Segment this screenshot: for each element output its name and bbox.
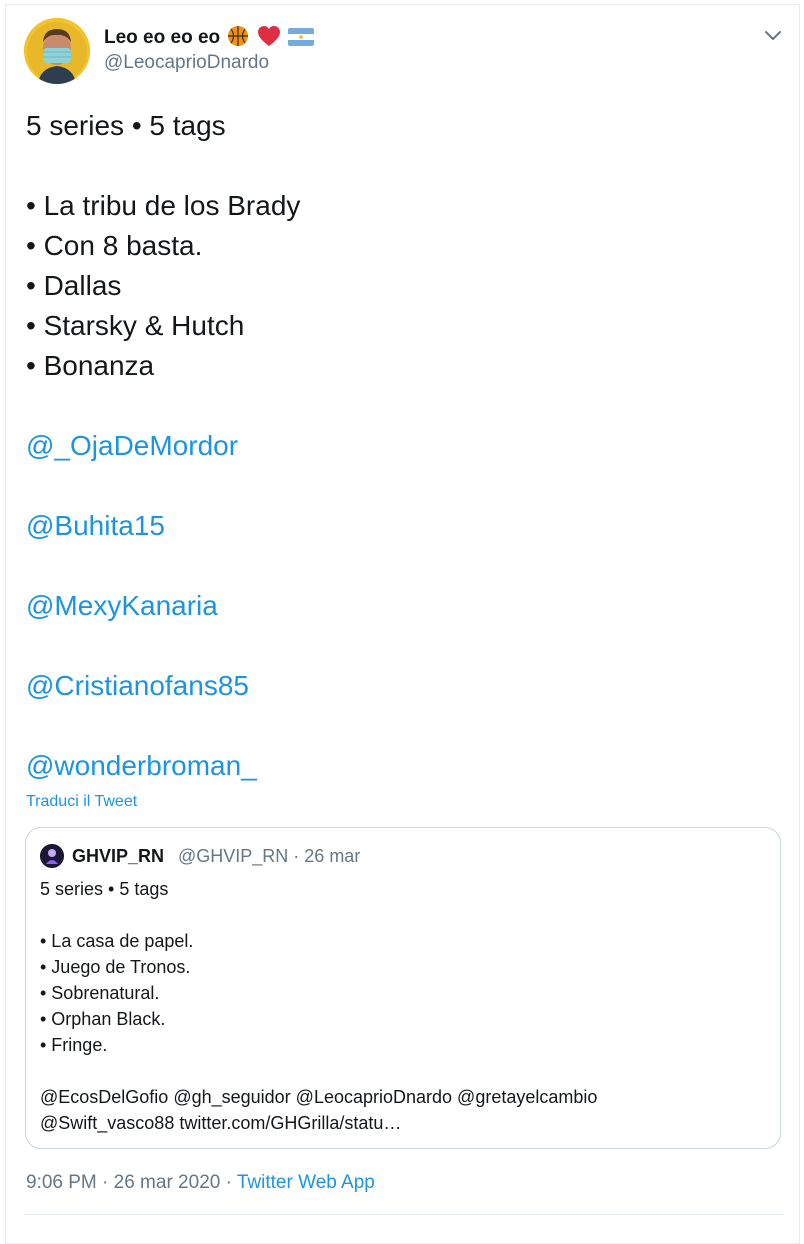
author-handle[interactable]: @LeocaprioDnardo (104, 51, 269, 75)
author-name[interactable]: Leo eo eo eo (104, 25, 314, 54)
avatar-photo (24, 18, 90, 84)
mention-link[interactable]: @_OjaDeMordor (26, 430, 238, 461)
quoted-line: @EcosDelGofio @gh_seguidor @LeocaprioDna… (40, 1087, 598, 1107)
quoted-line: • Orphan Black. (40, 1009, 166, 1029)
quoted-line: @Swift_vasco88 twitter.com/GHGrilla/stat… (40, 1113, 402, 1133)
divider (24, 1214, 784, 1215)
mention-line: @_OjaDeMordor (26, 426, 776, 466)
tweet-line: • Dallas (26, 270, 122, 301)
mention-link[interactable]: @wonderbroman_ (26, 750, 257, 781)
chevron-down-icon[interactable] (762, 24, 784, 46)
tweet-header: Leo eo eo eo @LeocaprioDnardo (24, 18, 784, 84)
quoted-line: • Juego de Tronos. (40, 957, 191, 977)
mention-line: @MexyKanaria (26, 586, 776, 626)
mention-link[interactable]: @MexyKanaria (26, 590, 218, 621)
translate-tweet-link[interactable]: Traduci il Tweet (26, 792, 137, 812)
quoted-author-name[interactable]: GHVIP_RN (72, 845, 164, 867)
quoted-author-avatar[interactable] (40, 844, 64, 868)
author-name-text: Leo eo eo eo (104, 27, 221, 48)
tweet-line: • Con 8 basta. (26, 230, 203, 261)
quoted-line: • La casa de papel. (40, 931, 194, 951)
tweet-text: 5 series • 5 tags • La tribu de los Brady… (26, 106, 776, 786)
tweet-line: • La tribu de los Brady (26, 190, 301, 221)
mention-line: @wonderbroman_ (26, 746, 776, 786)
tweet-line: • Starsky & Hutch (26, 310, 245, 341)
basketball-icon (227, 25, 249, 54)
quoted-author-meta: @GHVIP_RN · 26 mar (178, 846, 361, 866)
tweet-line: • Bonanza (26, 350, 155, 381)
mention-link[interactable]: @Buhita15 (26, 510, 165, 541)
tweet-footer: 9:06 PM · 26 mar 2020 · Twitter Web App (26, 1171, 375, 1195)
argentina-flag-icon (287, 27, 314, 54)
mention-line: @Cristianofans85 (26, 666, 776, 706)
red-heart-icon (257, 25, 281, 54)
quoted-line: 5 series • 5 tags (40, 879, 169, 899)
quoted-line: • Fringe. (40, 1035, 108, 1055)
quoted-tweet[interactable]: GHVIP_RN @GHVIP_RN · 26 mar 5 series • 5… (25, 827, 781, 1149)
mention-line: @Buhita15 (26, 506, 776, 546)
tweet-source-link[interactable]: Twitter Web App (237, 1172, 375, 1193)
author-avatar[interactable] (24, 18, 90, 84)
mention-link[interactable]: @Cristianofans85 (26, 670, 249, 701)
quoted-tweet-text: 5 series • 5 tags • La casa de papel. • Ju… (40, 876, 760, 1136)
tweet-timestamp[interactable]: 9:06 PM · 26 mar 2020 · (26, 1172, 237, 1193)
quoted-line: • Sobrenatural. (40, 983, 160, 1003)
tweet-line: 5 series • 5 tags (26, 110, 226, 141)
